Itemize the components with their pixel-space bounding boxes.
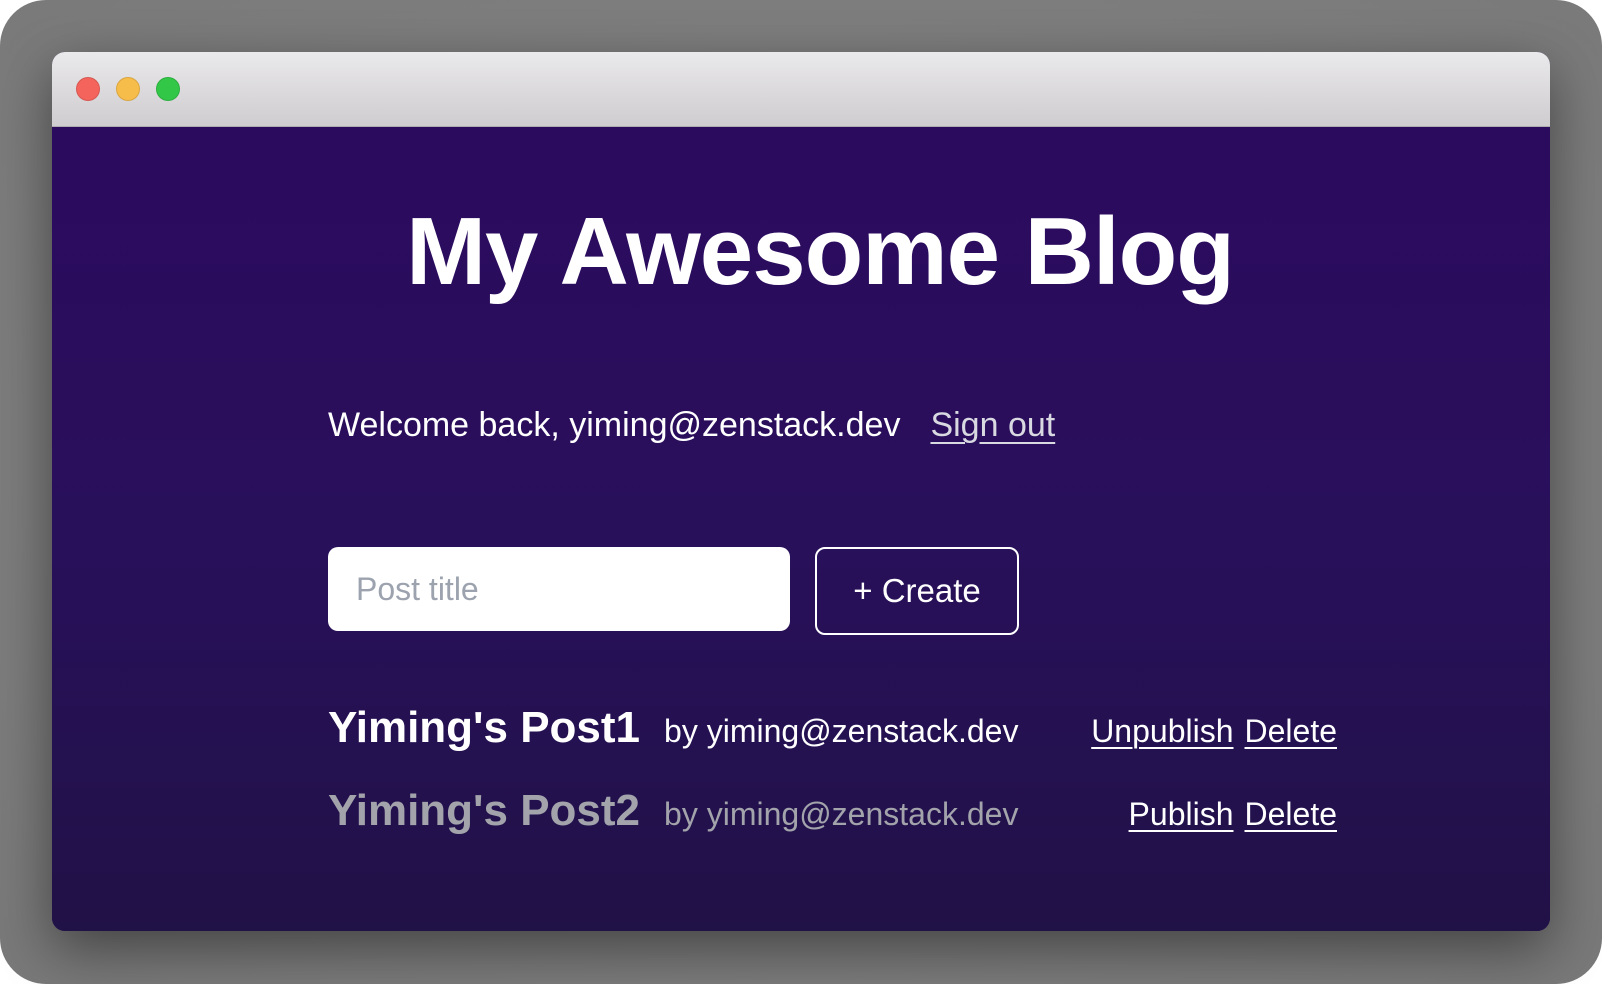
post-title-input[interactable] xyxy=(328,547,790,631)
publish-link[interactable]: Publish xyxy=(1129,796,1234,833)
close-window-button[interactable] xyxy=(76,77,100,101)
delete-link[interactable]: Delete xyxy=(1245,796,1338,833)
delete-link[interactable]: Delete xyxy=(1245,713,1338,750)
post-author-text: by yiming@zenstack.dev xyxy=(664,796,1018,833)
app-window: My Awesome Blog Welcome back, yiming@zen… xyxy=(52,52,1550,931)
zoom-window-button[interactable] xyxy=(156,77,180,101)
post-actions: Unpublish Delete xyxy=(1091,713,1337,750)
welcome-message: Welcome back, yiming@zenstack.dev xyxy=(328,403,900,449)
screenshot-stage: My Awesome Blog Welcome back, yiming@zen… xyxy=(0,0,1602,984)
window-backdrop: My Awesome Blog Welcome back, yiming@zen… xyxy=(0,0,1602,984)
post-row-2: Yiming's Post2 by yiming@zenstack.dev Pu… xyxy=(328,782,1337,839)
create-post-button[interactable]: + Create xyxy=(815,547,1019,635)
post-title-text: Yiming's Post2 xyxy=(328,782,640,839)
post-row-1: Yiming's Post1 by yiming@zenstack.dev Un… xyxy=(328,699,1337,756)
content-container: Welcome back, yiming@zenstack.dev Sign o… xyxy=(328,403,1337,839)
page-title: My Awesome Blog xyxy=(71,197,1550,307)
unpublish-link[interactable]: Unpublish xyxy=(1091,713,1233,750)
post-info: Yiming's Post1 by yiming@zenstack.dev xyxy=(328,699,1018,756)
post-author-text: by yiming@zenstack.dev xyxy=(664,713,1018,750)
page-content: My Awesome Blog Welcome back, yiming@zen… xyxy=(52,197,1550,931)
window-titlebar xyxy=(52,52,1550,127)
minimize-window-button[interactable] xyxy=(116,77,140,101)
welcome-row: Welcome back, yiming@zenstack.dev Sign o… xyxy=(328,403,1337,449)
post-list: Yiming's Post1 by yiming@zenstack.dev Un… xyxy=(328,699,1337,839)
post-title-text: Yiming's Post1 xyxy=(328,699,640,756)
sign-out-link[interactable]: Sign out xyxy=(930,403,1055,449)
post-actions: Publish Delete xyxy=(1129,796,1337,833)
post-info: Yiming's Post2 by yiming@zenstack.dev xyxy=(328,782,1018,839)
create-post-row: + Create xyxy=(328,547,1337,635)
